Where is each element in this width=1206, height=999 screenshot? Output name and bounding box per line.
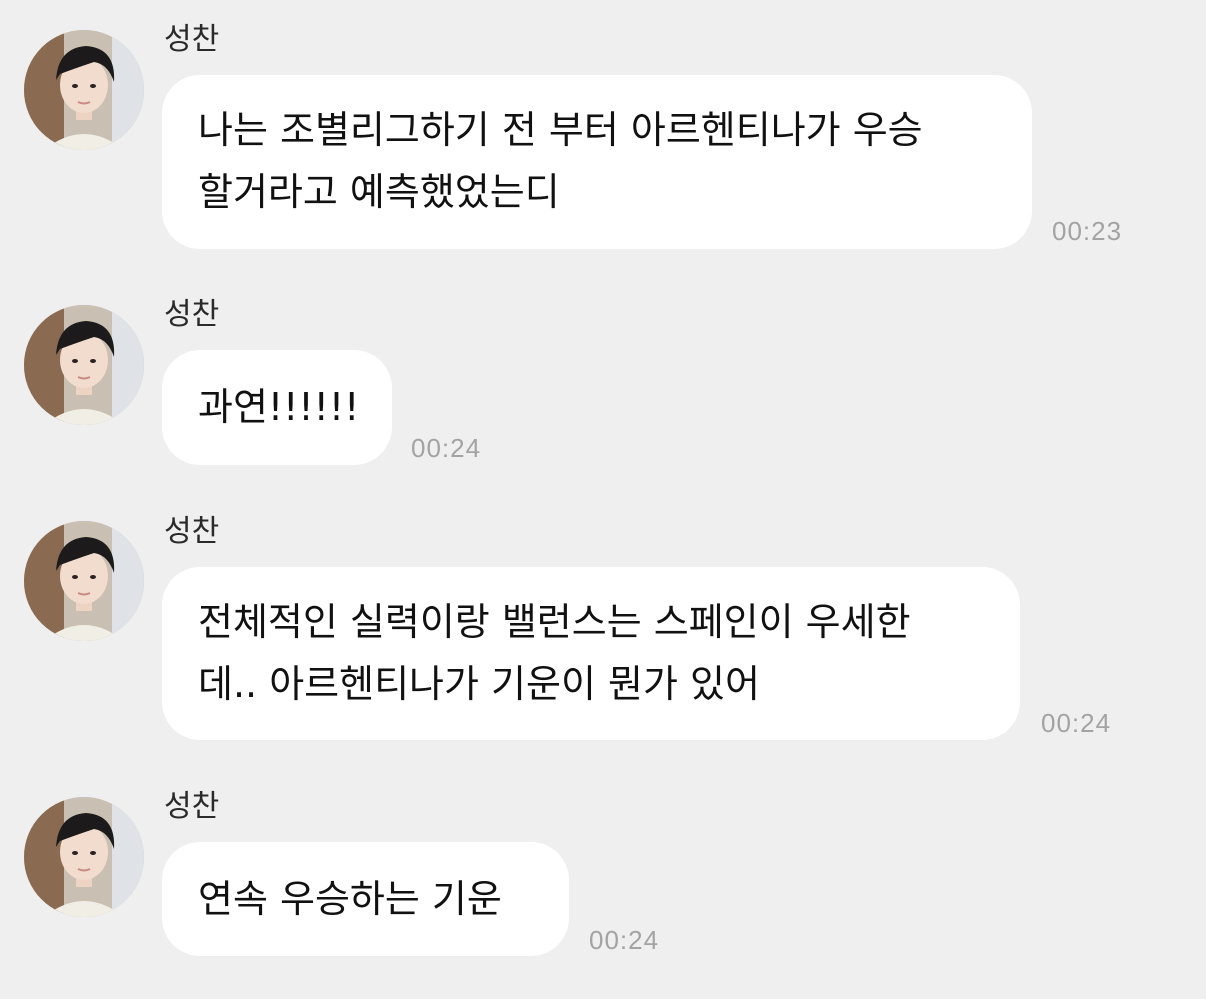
message-text-line: 할거라고 예측했었는디 — [198, 170, 560, 214]
sender-name: 성찬 — [164, 514, 220, 549]
message-bubble[interactable]: 연속 우승하는 기운 — [162, 842, 569, 956]
message-timestamp: 00:24 — [1041, 708, 1112, 738]
message-text-line: 나는 조별리그하기 전 부터 아르헨티나가 우승 — [198, 108, 923, 152]
sender-name: 성찬 — [164, 789, 220, 824]
message-text-line: 전체적인 실력이랑 밸런스는 스페인이 우세한 — [198, 600, 911, 644]
message-bubble[interactable]: 과연!!!!!! — [162, 350, 392, 465]
message-text-line: 연속 우승하는 기운 — [198, 877, 502, 921]
profile-photo-icon — [24, 305, 144, 425]
profile-photo-icon — [24, 30, 144, 150]
sender-name: 성찬 — [164, 22, 220, 57]
profile-photo-icon — [24, 521, 144, 641]
profile-photo-icon — [24, 797, 144, 917]
sender-name: 성찬 — [164, 297, 220, 332]
sender-avatar[interactable] — [24, 797, 144, 917]
message-timestamp: 00:24 — [589, 925, 660, 955]
message-timestamp: 00:23 — [1052, 216, 1123, 246]
message-text-line: 데.. 아르헨티나가 기운이 뭔가 있어 — [198, 662, 760, 706]
message-bubble[interactable]: 전체적인 실력이랑 밸런스는 스페인이 우세한 데.. 아르헨티나가 기운이 뭔… — [162, 567, 1020, 740]
sender-avatar[interactable] — [24, 305, 144, 425]
sender-avatar[interactable] — [24, 30, 144, 150]
message-text-line: 과연!!!!!! — [198, 385, 360, 429]
sender-avatar[interactable] — [24, 521, 144, 641]
message-bubble[interactable]: 나는 조별리그하기 전 부터 아르헨티나가 우승 할거라고 예측했었는디 — [162, 75, 1032, 249]
message-timestamp: 00:24 — [411, 433, 482, 463]
